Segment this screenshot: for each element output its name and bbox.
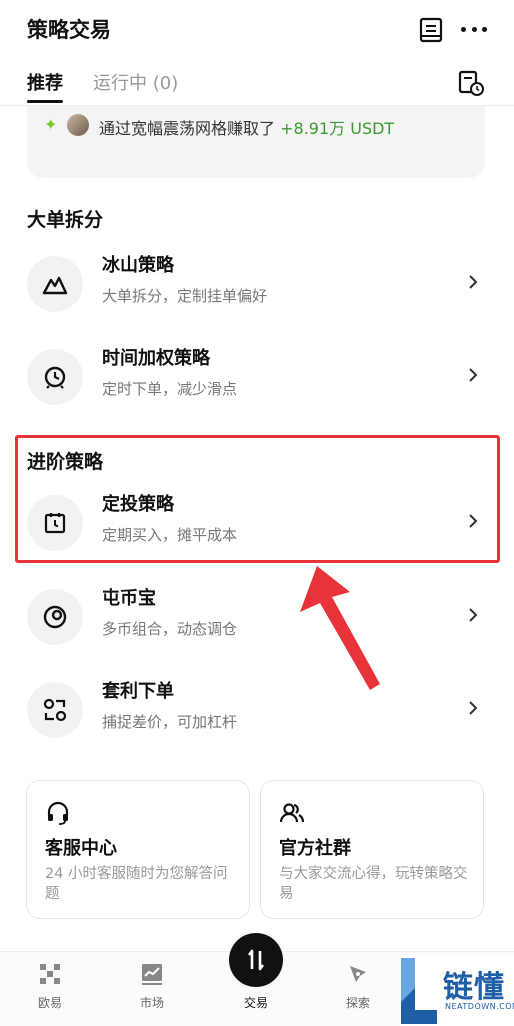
- card-title: 官方社群: [279, 838, 351, 859]
- nav-item-trade[interactable]: [229, 933, 283, 987]
- market-chart-icon: [142, 964, 162, 985]
- strategy-item-twap[interactable]: 时间加权策略 定时下单，减少滑点: [0, 336, 514, 422]
- sparkle-icon: ✦: [44, 115, 58, 134]
- alarm-clock-icon: [27, 349, 83, 405]
- tab-running[interactable]: 运行中 (0): [93, 69, 178, 95]
- strategy-item-arbitrage[interactable]: 套利下单 捕捉差价，可加杠杆: [0, 669, 514, 755]
- watermark-l-icon: [401, 958, 437, 1024]
- strategy-name: 时间加权策略: [102, 348, 210, 369]
- strategy-name: 屯币宝: [102, 588, 156, 609]
- okx-logo-icon: [40, 964, 60, 984]
- section-title-large-order: 大单拆分: [27, 209, 104, 231]
- nav-label: 探索: [345, 996, 370, 1010]
- strategy-item-iceberg[interactable]: 冰山策略 大单拆分，定制挂单偏好: [0, 243, 514, 329]
- user-avatar: [67, 114, 89, 136]
- headset-icon: [47, 801, 69, 825]
- banner-amount: +8.91万 USDT: [280, 119, 395, 138]
- highlight-annotation-box: [15, 435, 500, 563]
- strategy-name: 套利下单: [102, 681, 174, 702]
- strategy-item-coin-hoard[interactable]: 屯币宝 多币组合，动态调仓: [0, 576, 514, 662]
- page-title: 策略交易: [27, 18, 111, 42]
- strategy-desc: 多币组合，动态调仓: [102, 620, 238, 638]
- tab-recommended[interactable]: 推荐: [27, 69, 63, 95]
- watermark-logo: 链懂 NEATDOWN.COM: [401, 956, 514, 1026]
- banner-text: 通过宽幅震荡网格赚取了 +8.91万 USDT: [99, 115, 394, 139]
- coin-stack-icon: [27, 589, 83, 645]
- official-community-card[interactable]: 官方社群 与大家交流心得，玩转策略交易: [260, 780, 484, 919]
- tab-bar: 推荐 运行中 (0): [0, 60, 514, 106]
- order-history-icon[interactable]: [458, 70, 484, 96]
- community-icon: [279, 803, 305, 823]
- chevron-right-icon: [469, 368, 478, 382]
- nav-label: 欧易: [37, 996, 62, 1010]
- compass-icon: [350, 966, 366, 982]
- more-options-icon[interactable]: [461, 27, 487, 33]
- mountain-icon: [27, 256, 83, 312]
- nav-label: 市场: [139, 996, 164, 1010]
- chevron-right-icon: [469, 608, 478, 622]
- banner-text-prefix: 通过宽幅震荡网格赚取了: [99, 119, 276, 138]
- active-tab-indicator: [27, 100, 63, 103]
- nav-item-home[interactable]: 欧易: [20, 962, 80, 1011]
- strategy-desc: 捕捉差价，可加杠杆: [102, 713, 238, 731]
- card-title: 客服中心: [45, 838, 117, 859]
- arbitrage-icon: [27, 682, 83, 738]
- profit-banner[interactable]: ✦ 通过宽幅震荡网格赚取了 +8.91万 USDT: [27, 106, 485, 178]
- chevron-right-icon: [469, 701, 478, 715]
- watermark-text: 链懂: [443, 970, 505, 1005]
- page-header: 策略交易: [0, 0, 514, 60]
- nav-label-trade: 交易: [243, 996, 268, 1010]
- card-desc: 与大家交流心得，玩转策略交易: [279, 866, 468, 902]
- watermark-subtext: NEATDOWN.COM: [445, 1002, 514, 1011]
- customer-service-card[interactable]: 客服中心 24 小时客服随时为您解答问题: [26, 780, 250, 919]
- card-desc: 24 小时客服随时为您解答问题: [45, 866, 228, 902]
- trade-swap-icon: [247, 949, 265, 971]
- nav-item-explore[interactable]: 探索: [328, 962, 388, 1011]
- document-icon[interactable]: [419, 17, 443, 43]
- nav-item-market[interactable]: 市场: [122, 962, 182, 1011]
- strategy-desc: 定时下单，减少滑点: [102, 380, 238, 398]
- strategy-desc: 大单拆分，定制挂单偏好: [102, 287, 268, 305]
- strategy-name: 冰山策略: [102, 255, 174, 276]
- chevron-right-icon: [469, 275, 478, 289]
